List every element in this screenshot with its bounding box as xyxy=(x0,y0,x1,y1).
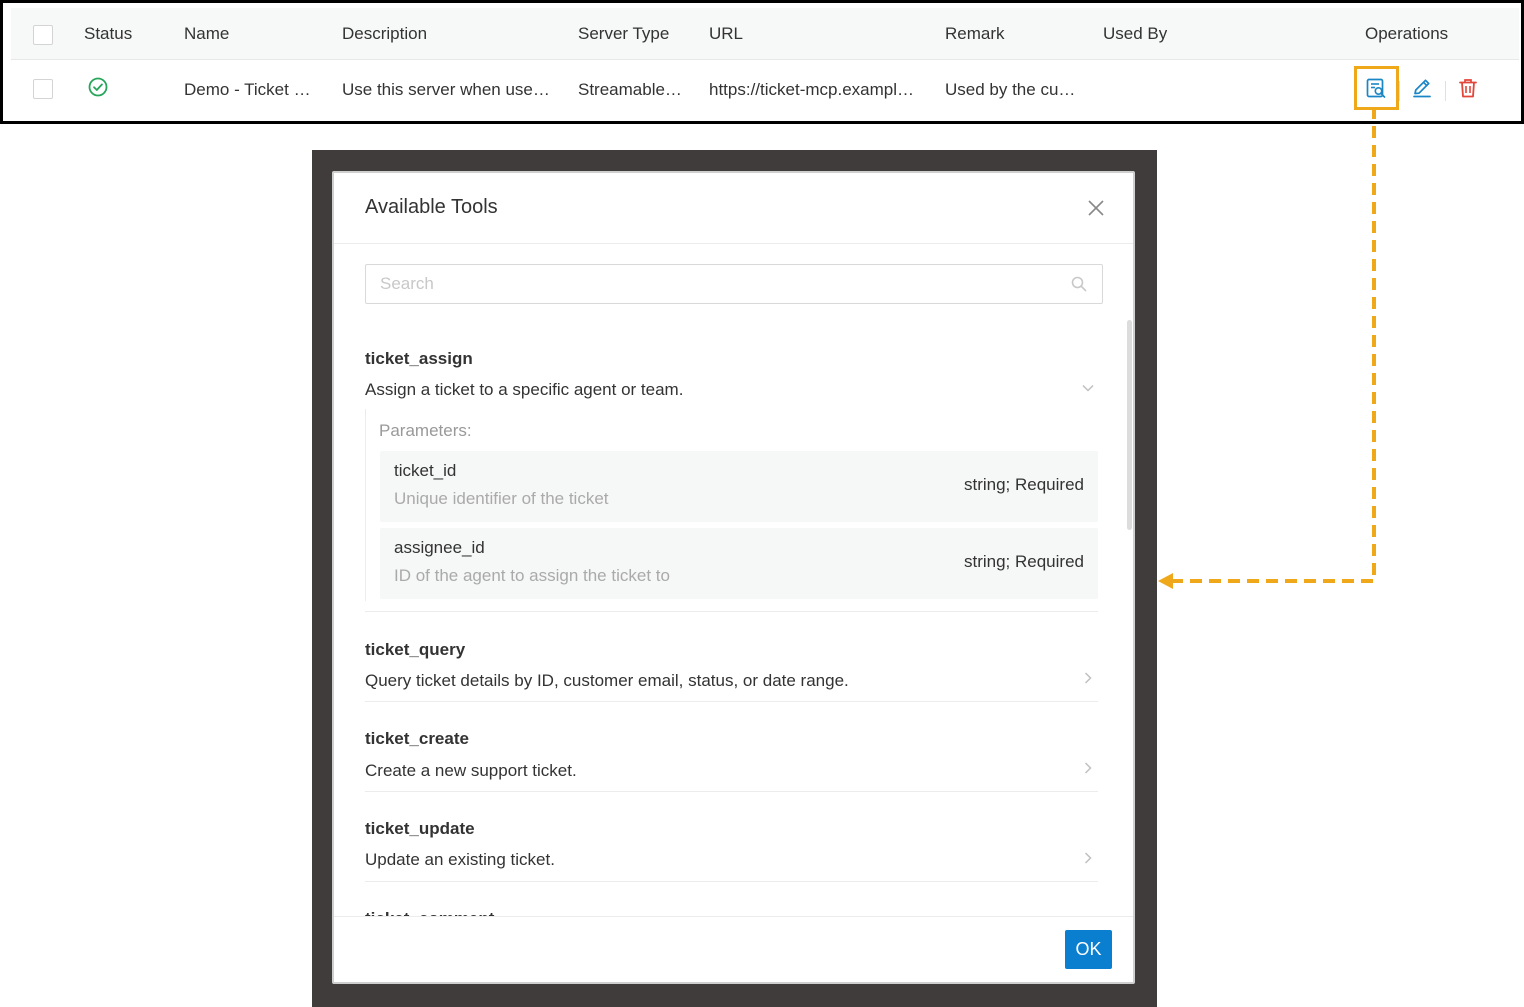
server-table: Status Name Description Server Type URL … xyxy=(11,8,1519,121)
column-header-operations: Operations xyxy=(1365,24,1449,43)
tool-name[interactable]: ticket_create xyxy=(365,729,469,749)
param-card: ticket_id Unique identifier of the ticke… xyxy=(380,451,1098,522)
param-card: assignee_id ID of the agent to assign th… xyxy=(380,528,1098,599)
column-header-url[interactable]: URL xyxy=(709,24,743,44)
column-header-used-by[interactable]: Used By xyxy=(1103,24,1167,44)
row-select-checkbox[interactable] xyxy=(33,79,53,99)
server-description: Use this server when use… xyxy=(342,80,550,99)
server-type: Streamable… xyxy=(578,80,682,99)
ok-button[interactable]: OK xyxy=(1065,930,1112,969)
tool-description: Query ticket details by ID, customer ema… xyxy=(365,671,849,690)
parameters-block: Parameters: ticket_id Unique identifier … xyxy=(365,409,1098,601)
server-remark: Used by the cu… xyxy=(945,80,1076,99)
tool-divider xyxy=(365,881,1098,882)
modal-backdrop: Available Tools ticket_assign Ass xyxy=(312,150,1157,1007)
chevron-right-icon[interactable] xyxy=(1081,851,1095,865)
search-box xyxy=(365,264,1103,304)
column-header-name[interactable]: Name xyxy=(184,24,229,44)
chevron-right-icon[interactable] xyxy=(1081,671,1095,685)
operation-divider xyxy=(1399,81,1400,101)
param-description: ID of the agent to assign the ticket to xyxy=(394,566,670,585)
server-table-panel: Status Name Description Server Type URL … xyxy=(0,0,1524,124)
select-all-checkbox[interactable] xyxy=(33,25,53,45)
search-input[interactable] xyxy=(380,265,1060,303)
check-circle-icon xyxy=(88,77,108,102)
column-header-remark[interactable]: Remark xyxy=(945,24,1005,44)
tool-list: ticket_assign Assign a ticket to a speci… xyxy=(365,317,1098,917)
column-header-server-type[interactable]: Server Type xyxy=(578,24,669,44)
arrow-head-icon xyxy=(1158,573,1173,589)
close-icon[interactable] xyxy=(1085,197,1107,219)
server-url: https://ticket-mcp.exampl… xyxy=(709,80,915,99)
operation-divider xyxy=(1445,81,1446,101)
tool-name[interactable]: ticket_update xyxy=(365,819,475,839)
search-icon[interactable] xyxy=(1070,275,1088,293)
tool-description: Update an existing ticket. xyxy=(365,850,555,869)
tool-divider xyxy=(365,701,1098,702)
scrollbar-thumb[interactable] xyxy=(1127,320,1132,530)
tool-divider xyxy=(365,791,1098,792)
tool-description: Create a new support ticket. xyxy=(365,761,577,780)
table-header-row: Status Name Description Server Type URL … xyxy=(11,8,1519,60)
column-header-description[interactable]: Description xyxy=(342,24,427,44)
dialog-title: Available Tools xyxy=(365,196,498,218)
tool-divider xyxy=(365,611,1098,612)
chevron-right-icon[interactable] xyxy=(1081,761,1095,775)
param-type: string; Required xyxy=(963,552,1084,571)
parameters-label: Parameters: xyxy=(379,421,472,440)
param-name: ticket_id xyxy=(394,461,457,480)
edit-icon[interactable] xyxy=(1408,74,1436,102)
row-operations xyxy=(1354,66,1506,113)
chevron-down-icon[interactable] xyxy=(1081,381,1095,395)
available-tools-dialog: Available Tools ticket_assign Ass xyxy=(332,171,1135,984)
param-name: assignee_id xyxy=(394,538,485,557)
param-type: string; Required xyxy=(963,475,1084,494)
server-name[interactable]: Demo - Ticket … xyxy=(184,80,311,100)
param-description: Unique identifier of the ticket xyxy=(394,489,609,508)
tool-name[interactable]: ticket_query xyxy=(365,640,465,660)
dialog-footer: OK xyxy=(334,916,1133,982)
tool-name[interactable]: ticket_assign xyxy=(365,349,473,369)
tool-description: Assign a ticket to a specific agent or t… xyxy=(365,380,684,399)
view-tools-icon[interactable] xyxy=(1362,74,1390,102)
dialog-header: Available Tools xyxy=(334,173,1133,244)
delete-icon[interactable] xyxy=(1454,74,1482,102)
column-header-status[interactable]: Status xyxy=(84,24,132,44)
table-row[interactable]: Demo - Ticket … Use this server when use… xyxy=(11,61,1519,121)
